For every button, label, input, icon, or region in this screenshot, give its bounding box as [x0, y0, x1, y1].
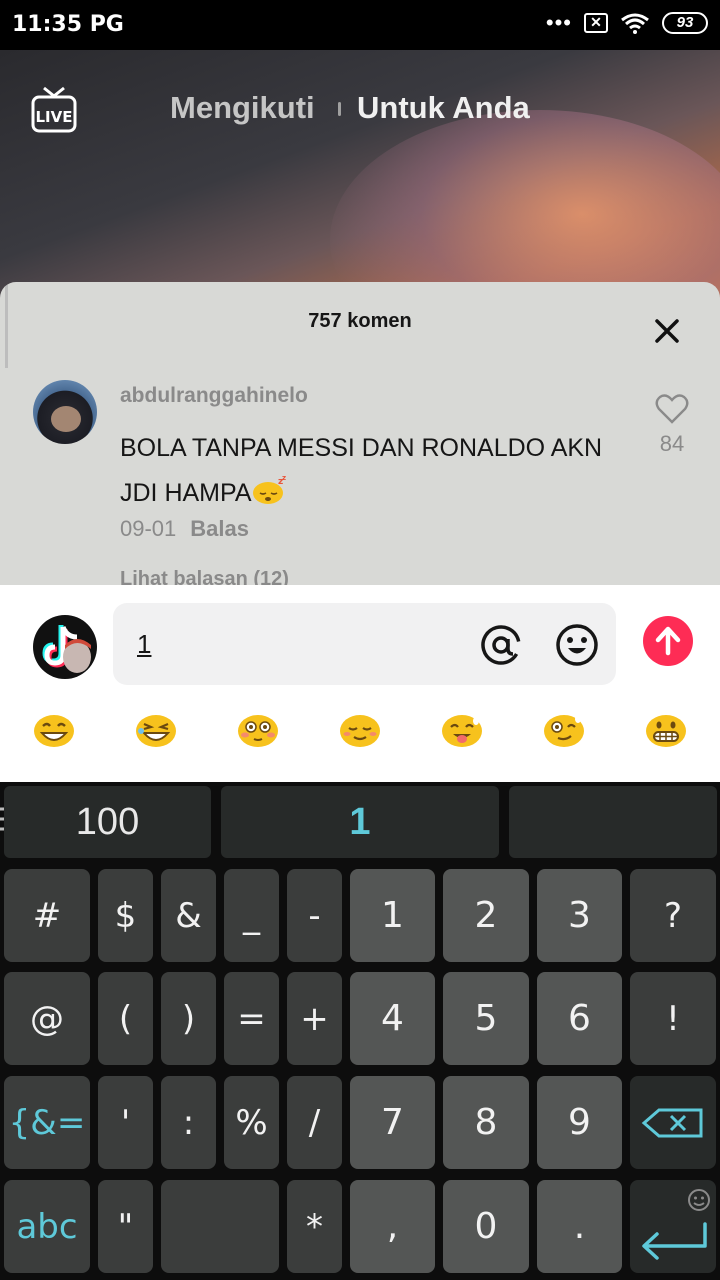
key-plus[interactable]: +: [287, 972, 342, 1065]
grimacing-face-icon[interactable]: [645, 709, 687, 751]
comment-input[interactable]: 1: [113, 603, 616, 685]
backspace-key[interactable]: [630, 1076, 716, 1169]
comment-input-value: 1: [137, 629, 152, 659]
status-bar: 11:35 PG ••• ✕ 93: [0, 0, 720, 50]
key-colon[interactable]: :: [161, 1076, 216, 1169]
suggestion-3[interactable]: [509, 786, 717, 858]
key-space[interactable]: [161, 1180, 279, 1273]
key-percent[interactable]: %: [224, 1076, 279, 1169]
heart-icon: [655, 394, 689, 424]
avatar-photo: [51, 406, 81, 432]
key-paren-close[interactable]: ): [161, 972, 216, 1065]
arrow-up-icon: [655, 626, 681, 656]
key-3[interactable]: 3: [537, 869, 622, 962]
key-9[interactable]: 9: [537, 1076, 622, 1169]
comment-input-area: 1: [0, 585, 720, 782]
key-asterisk[interactable]: *: [287, 1180, 342, 1273]
comments-count-title: 757 komen: [308, 310, 412, 332]
comment-date: 09-01: [120, 516, 177, 541]
key-at[interactable]: @: [4, 972, 90, 1065]
backspace-icon: [641, 1108, 703, 1137]
key-quote[interactable]: ": [98, 1180, 153, 1273]
key-question[interactable]: ?: [630, 869, 716, 962]
status-time: 11:35 PG: [12, 12, 124, 37]
keyboard: 100 1 # $ & _ - 1 2 3 ? @ ( ) = + 4 5 6 …: [0, 782, 720, 1280]
quick-emoji-row: [0, 709, 720, 759]
reply-button[interactable]: Balas: [190, 516, 249, 541]
svg-text:z: z: [282, 475, 286, 482]
send-button[interactable]: [643, 616, 693, 666]
enter-key[interactable]: [630, 1180, 716, 1273]
comment-meta: 09-01 Balas: [120, 516, 249, 542]
key-equals[interactable]: =: [224, 972, 279, 1065]
sim-icon: ✕: [584, 13, 608, 33]
key-1[interactable]: 1: [350, 869, 435, 962]
key-ampersand[interactable]: &: [161, 869, 216, 962]
tongue-face-icon[interactable]: [441, 709, 483, 751]
enter-icon: [642, 1189, 710, 1260]
key-apostrophe[interactable]: ': [98, 1076, 153, 1169]
suggestion-1[interactable]: 100: [4, 786, 211, 858]
key-symbols-toggle[interactable]: {&=: [4, 1076, 90, 1169]
battery-indicator: 93: [662, 12, 708, 34]
key-8[interactable]: 8: [443, 1076, 529, 1169]
tab-for-you[interactable]: Untuk Anda: [357, 90, 530, 126]
wifi-icon: [621, 13, 649, 34]
tab-divider: [338, 102, 341, 116]
key-exclamation[interactable]: !: [630, 972, 716, 1065]
key-paren-open[interactable]: (: [98, 972, 153, 1065]
grinning-squint-icon[interactable]: [135, 709, 177, 751]
relieved-face-icon[interactable]: [339, 709, 381, 751]
key-underscore[interactable]: _: [224, 869, 279, 962]
key-6[interactable]: 6: [537, 972, 622, 1065]
flushed-face-icon[interactable]: [237, 709, 279, 751]
tab-following[interactable]: Mengikuti: [170, 90, 315, 126]
key-comma[interactable]: ,: [350, 1180, 435, 1273]
key-0[interactable]: 0: [443, 1180, 529, 1273]
like-button[interactable]: 84: [652, 394, 692, 457]
avatar[interactable]: [33, 380, 97, 444]
key-slash[interactable]: /: [287, 1076, 342, 1169]
key-7[interactable]: 7: [350, 1076, 435, 1169]
like-count: 84: [659, 431, 685, 456]
view-replies-link[interactable]: Lihat balasan (12): [120, 568, 289, 585]
mention-icon[interactable]: [479, 623, 523, 667]
emoji-picker-icon[interactable]: [555, 623, 599, 667]
comments-sheet: 757 komen abdulranggahinelo BOLA TANPA M…: [0, 282, 720, 585]
more-dots-icon: •••: [545, 10, 572, 35]
video-background[interactable]: [0, 50, 720, 370]
comment-item: abdulranggahinelo BOLA TANPA MESSI DAN R…: [0, 378, 720, 585]
sleeping-face-icon: z z: [252, 475, 286, 504]
heart-eyes-icon[interactable]: [543, 709, 585, 751]
key-minus[interactable]: -: [287, 869, 342, 962]
key-4[interactable]: 4: [350, 972, 435, 1065]
key-abc-toggle[interactable]: abc: [4, 1180, 90, 1273]
key-5[interactable]: 5: [443, 972, 529, 1065]
status-icons: ••• ✕ 93: [546, 12, 708, 34]
feed-tabs: Mengikuti Untuk Anda: [0, 90, 720, 130]
my-avatar: [33, 615, 97, 679]
comment-body: BOLA TANPA MESSI DAN RONALDO AKN JDI HAM…: [120, 434, 603, 507]
comment-username[interactable]: abdulranggahinelo: [120, 384, 308, 408]
close-icon[interactable]: [648, 312, 686, 350]
key-dollar[interactable]: $: [98, 869, 153, 962]
key-2[interactable]: 2: [443, 869, 529, 962]
tiktok-logo-icon: [42, 625, 91, 673]
grinning-face-icon[interactable]: [33, 709, 75, 751]
comment-text: BOLA TANPA MESSI DAN RONALDO AKN JDI HAM…: [120, 426, 630, 516]
key-period[interactable]: .: [537, 1180, 622, 1273]
key-hash[interactable]: #: [4, 869, 90, 962]
suggestion-2[interactable]: 1: [221, 786, 499, 858]
